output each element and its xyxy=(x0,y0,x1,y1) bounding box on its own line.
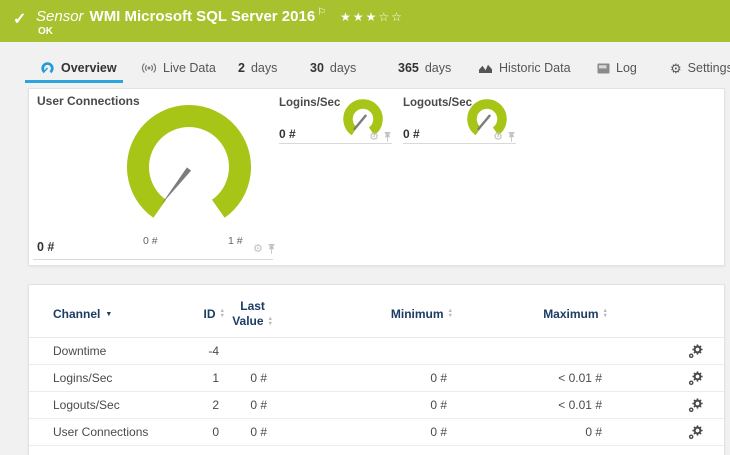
channel-name: Logouts/Sec xyxy=(53,398,120,412)
tab-overview[interactable]: Overview xyxy=(40,56,117,80)
gauge-icon xyxy=(41,62,54,74)
gauge-toolbar: ⚙ xyxy=(369,132,392,143)
user-connections-gauge xyxy=(127,105,251,218)
tab-overview-label: Overview xyxy=(61,61,117,75)
gauge-scale-min: 0 # xyxy=(143,235,158,247)
column-header-last-value[interactable]: Last Value ▲ ▼ xyxy=(225,299,273,329)
tab-365-days[interactable]: 365 days xyxy=(398,56,451,80)
gear-icon: ⚙ xyxy=(670,60,682,76)
sort-desc-icon: ▼ xyxy=(105,310,113,318)
table-row: Logins/Sec 1 0 # 0 # < 0.01 # xyxy=(29,365,724,392)
table-header-row: Channel ▼ ID ▲ ▼ Last Value ▲ ▼ Minimum ▲ ▼… xyxy=(29,285,724,338)
tab-365-days-label: days xyxy=(424,61,452,75)
pin-icon[interactable] xyxy=(507,132,516,143)
star-rating[interactable]: ★★★☆☆ xyxy=(340,10,404,24)
gauge-needle xyxy=(477,114,491,131)
tab-live-data[interactable]: Live Data xyxy=(141,56,216,80)
log-icon xyxy=(597,63,610,73)
channel-id: 0 xyxy=(212,425,219,439)
gauge-needle xyxy=(353,114,367,131)
tab-settings[interactable]: ⚙ Settings xyxy=(670,56,730,80)
logouts-gauge-section: Logouts/Sec 0 # ⚙ xyxy=(403,89,516,149)
channel-last-value: 0 # xyxy=(250,371,267,385)
logins-gauge-title: Logins/Sec xyxy=(279,97,341,109)
channels-table-panel: Channel ▼ ID ▲ ▼ Last Value ▲ ▼ Minimum ▲ ▼… xyxy=(28,284,725,455)
channel-name: User Connections xyxy=(53,425,149,439)
table-row: Downtime -4 xyxy=(29,338,724,365)
gauge-divider xyxy=(33,259,273,260)
table-row: Logouts/Sec 2 0 # 0 # < 0.01 # xyxy=(29,392,724,419)
channel-last-value: 0 # xyxy=(250,425,267,439)
gauge-settings-icon[interactable]: ⚙ xyxy=(493,132,503,143)
sensor-title: WMI Microsoft SQL Server 2016 xyxy=(89,8,316,25)
channel-minimum: 0 # xyxy=(430,398,447,412)
gauge-toolbar: ⚙ xyxy=(493,132,516,143)
channel-maximum: < 0.01 # xyxy=(558,398,602,412)
column-header-channel[interactable]: Channel ▼ xyxy=(53,307,193,321)
channel-name: Logins/Sec xyxy=(53,371,113,385)
gauge-needle xyxy=(160,167,192,206)
pin-icon[interactable] xyxy=(383,132,392,143)
gauge-divider xyxy=(403,143,516,144)
logins-gauge-section: Logins/Sec 0 # ⚙ xyxy=(279,89,392,149)
tab-log-label: Log xyxy=(616,61,637,75)
logins-value: 0 # xyxy=(279,127,296,141)
tab-historic-data-label: Historic Data xyxy=(499,61,571,75)
sort-icon: ▲ ▼ xyxy=(602,308,608,319)
column-header-maximum[interactable]: Maximum ▲ ▼ xyxy=(453,307,608,321)
gauge-toolbar: ⚙ xyxy=(253,244,276,255)
area-chart-icon xyxy=(479,64,492,73)
channel-settings-icon[interactable] xyxy=(666,370,724,386)
tab-2-days-label: days xyxy=(250,61,278,75)
channel-minimum: 0 # xyxy=(430,425,447,439)
gauge-scale-max: 1 # xyxy=(228,235,243,247)
broadcast-icon xyxy=(141,63,157,73)
logouts-gauge-title: Logouts/Sec xyxy=(403,97,473,109)
channel-id: -4 xyxy=(208,344,219,358)
channel-maximum: < 0.01 # xyxy=(558,371,602,385)
column-header-id[interactable]: ID ▲ ▼ xyxy=(193,307,225,321)
pin-icon[interactable] xyxy=(267,244,276,255)
status-badge: OK xyxy=(38,26,53,37)
tab-30-days-number: 30 xyxy=(310,61,324,75)
logouts-value: 0 # xyxy=(403,127,420,141)
channel-minimum: 0 # xyxy=(430,371,447,385)
tab-historic-data[interactable]: Historic Data xyxy=(478,56,571,80)
check-icon: ✓ xyxy=(13,11,27,28)
column-header-minimum[interactable]: Minimum ▲ ▼ xyxy=(273,307,453,321)
tab-2-days[interactable]: 2 days xyxy=(238,56,277,80)
channel-settings-icon[interactable] xyxy=(666,424,724,440)
gauges-panel: User Connections 0 # 1 # 0 # ⚙ Logins/Se… xyxy=(28,88,725,266)
tab-log[interactable]: Log xyxy=(597,56,637,80)
sensor-status-banner: ✓ Sensor WMI Microsoft SQL Server 2016 ⚐ ★★… xyxy=(0,0,730,42)
flag-icon[interactable]: ⚐ xyxy=(317,7,326,18)
gauge-divider xyxy=(279,143,392,144)
channel-name: Downtime xyxy=(53,344,107,358)
tab-bar: Overview Live Data 2 days 30 days 365 da… xyxy=(0,42,730,88)
tab-2-days-number: 2 xyxy=(238,61,245,75)
gauge-settings-icon[interactable]: ⚙ xyxy=(369,132,379,143)
tab-365-days-number: 365 xyxy=(398,61,419,75)
tab-30-days[interactable]: 30 days xyxy=(310,56,356,80)
tab-live-data-label: Live Data xyxy=(163,61,216,75)
channel-id: 1 xyxy=(212,371,219,385)
sensor-title-line: Sensor WMI Microsoft SQL Server 2016 ⚐ ★★★☆… xyxy=(36,7,404,25)
channel-maximum: 0 # xyxy=(585,425,602,439)
channel-settings-icon[interactable] xyxy=(666,397,724,413)
gauge-settings-icon[interactable]: ⚙ xyxy=(253,244,263,255)
tab-settings-label: Settings xyxy=(687,61,730,75)
channel-id: 2 xyxy=(212,398,219,412)
channel-last-value: 0 # xyxy=(250,398,267,412)
table-row: User Connections 0 0 # 0 # 0 # xyxy=(29,419,724,446)
user-connections-value: 0 # xyxy=(37,240,55,254)
tab-30-days-label: days xyxy=(329,61,357,75)
object-kind-label: Sensor xyxy=(36,8,84,25)
channel-settings-icon[interactable] xyxy=(666,343,724,359)
active-tab-underline xyxy=(25,80,123,83)
